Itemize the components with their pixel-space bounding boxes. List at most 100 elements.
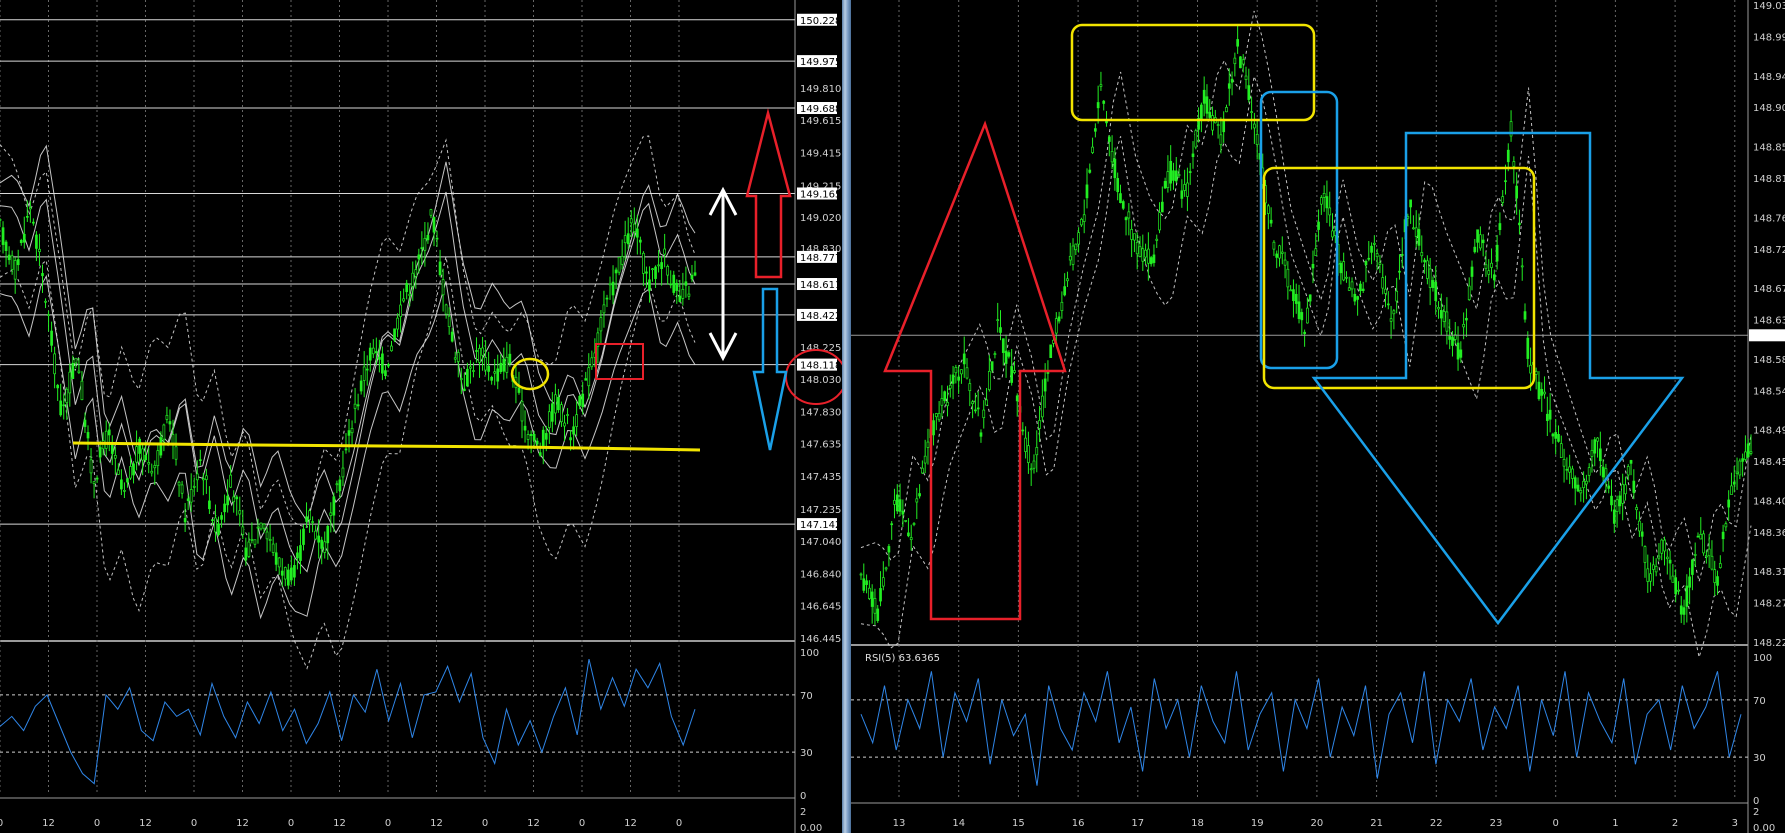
candle-body [1255, 133, 1259, 146]
candle-body [547, 411, 551, 428]
candle-body [1303, 331, 1306, 335]
candle-body [611, 281, 615, 296]
candle-body [420, 247, 424, 249]
candle-body [1107, 136, 1111, 142]
candle-body [86, 432, 90, 439]
right-chart-pane[interactable]: 13 14 15 16 17 18 19 20 21 22 23 0 1 2 3 149.03 148.99 14… [851, 0, 1785, 833]
candle-body [642, 252, 645, 274]
candle-body [1671, 575, 1675, 583]
candle-body [368, 347, 372, 361]
candle-body [554, 394, 557, 414]
candle-body [350, 428, 354, 434]
candle-body [968, 383, 972, 392]
candle-body [1158, 212, 1161, 231]
candle-body [1113, 158, 1117, 179]
candle-body [1216, 124, 1220, 126]
candle-body [517, 387, 521, 393]
candle-body [77, 370, 81, 373]
candle-body [985, 399, 988, 406]
rsi-line [0, 658, 696, 785]
candle-body [387, 363, 390, 367]
candle-body [1439, 310, 1443, 319]
candle-body [1194, 130, 1198, 148]
candle-body [895, 494, 899, 512]
candle-body [414, 269, 418, 277]
candle-body [1147, 248, 1150, 264]
candle-body [1066, 278, 1069, 282]
left-chart-pane[interactable]: 0 12 0 12 0 12 0 12 0 12 0 12 0 12 0 150.228 149.975 149.… [0, 0, 842, 833]
candle-body [1250, 111, 1253, 113]
candle-body [1571, 468, 1574, 479]
candle-body [1040, 395, 1044, 418]
candle-body [274, 552, 278, 565]
candle-body [1378, 262, 1382, 265]
candle-body [1177, 174, 1181, 176]
candle-body [408, 293, 412, 296]
candle-body [654, 266, 657, 279]
candle-body [1275, 253, 1279, 258]
candle-body [1308, 294, 1312, 302]
candle-body [490, 376, 494, 381]
candle-body [1610, 495, 1613, 506]
candle-body [1172, 170, 1175, 181]
candle-body [1035, 447, 1039, 456]
candle-body [1476, 229, 1479, 243]
candle-body [678, 295, 682, 302]
candle-body [311, 521, 314, 523]
pane-splitter[interactable] [842, 0, 851, 833]
price-axis-label: 147.435 [800, 472, 841, 483]
time-axis-label: 0 [579, 818, 585, 829]
candle-body [862, 578, 866, 591]
candle-body [226, 495, 229, 506]
price-axis-label: 149.03 [1753, 1, 1785, 12]
band-inner-solid [0, 144, 696, 523]
candle-body [1049, 344, 1053, 358]
candle-body [620, 256, 624, 265]
candle-body [205, 475, 208, 480]
candle-body [1487, 270, 1491, 275]
left-chart-svg: 0 12 0 12 0 12 0 12 0 12 0 12 0 12 0 150.228 149.975 149.… [0, 0, 842, 833]
candle-body [1400, 254, 1404, 256]
candle-body [1618, 495, 1622, 507]
candle-body [156, 450, 160, 467]
candle-body [80, 380, 84, 401]
candle-body [1225, 107, 1228, 113]
candle-body [1426, 260, 1429, 279]
candle-body [168, 421, 172, 425]
candle-body [1166, 171, 1170, 188]
candle-body [974, 409, 977, 412]
candle-body [1732, 481, 1736, 485]
candle-body [1241, 59, 1245, 65]
price-axis-label: 148.27 [1753, 599, 1785, 610]
price-axis-label: 148.54 [1753, 386, 1785, 397]
candle-body [62, 404, 66, 407]
price-axis-label: 147.235 [800, 505, 841, 516]
candle-body [1071, 245, 1075, 265]
candle-body [1420, 252, 1424, 257]
candle-body [1638, 520, 1641, 532]
candle-body [617, 256, 621, 273]
candle-body [47, 314, 50, 317]
candle-body [326, 525, 330, 544]
candle-body [1283, 259, 1287, 266]
price-axis-label: 148.422 [800, 311, 841, 322]
candle-body [365, 368, 369, 371]
candle-body [396, 317, 399, 330]
candle-body [1710, 555, 1714, 570]
candle-body [478, 348, 481, 363]
candle-body [338, 479, 342, 492]
time-axis-label: 1 [1612, 818, 1618, 829]
candle-body [359, 380, 363, 392]
candle-body [1451, 336, 1454, 346]
rsi-axis-label: 0 [1753, 796, 1759, 807]
candle-body [1744, 451, 1747, 460]
macd-axis-label: 2 [800, 807, 806, 818]
candle-body [1646, 568, 1650, 582]
candle-body [876, 608, 880, 621]
candle-body [1208, 111, 1212, 118]
candle-body [1239, 56, 1242, 69]
candle-body [1038, 420, 1041, 429]
candle-body [918, 493, 921, 497]
candle-body [126, 478, 129, 483]
candle-body [575, 414, 578, 427]
